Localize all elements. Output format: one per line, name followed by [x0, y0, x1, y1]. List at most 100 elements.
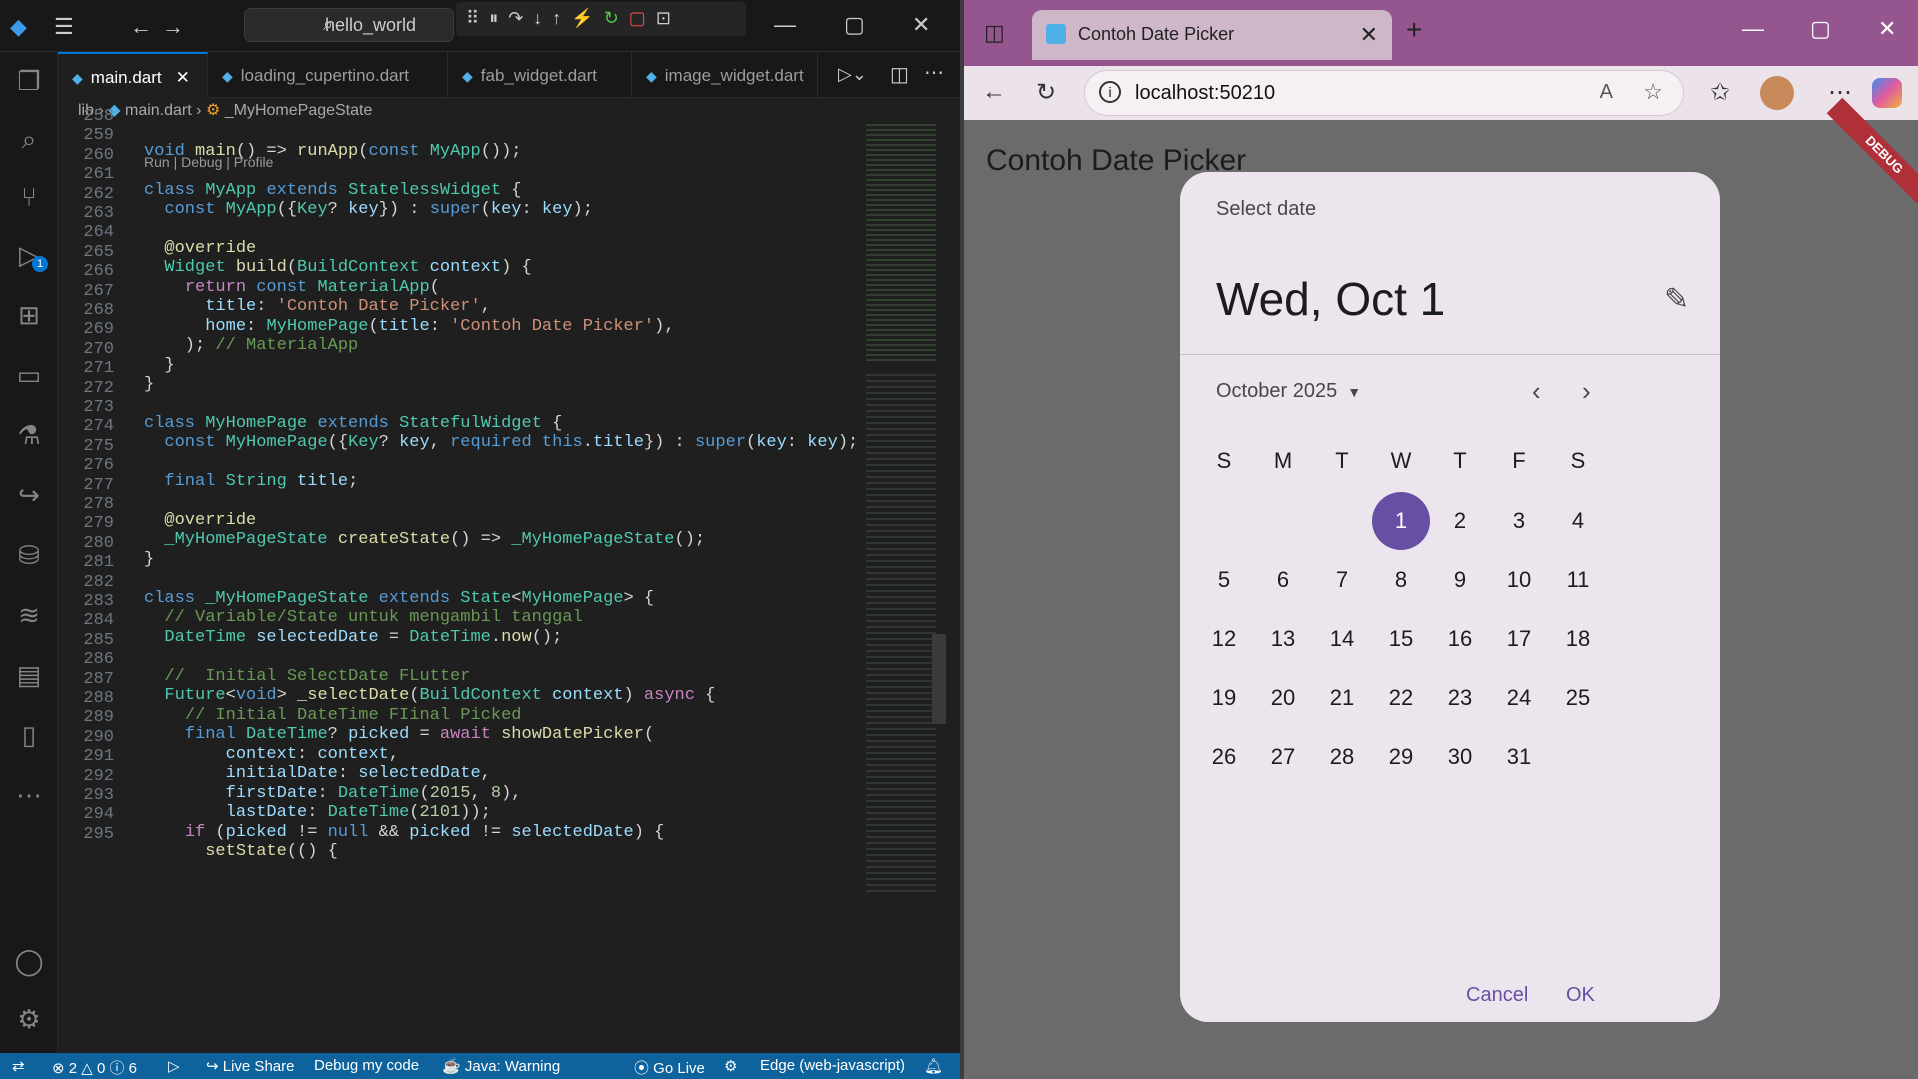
month-year-selector[interactable]: October 2025 ▼	[1216, 380, 1361, 403]
breadcrumb-class[interactable]: _MyHomePageState	[225, 102, 373, 119]
close-tab-icon[interactable]: ✕	[176, 68, 190, 87]
calendar-day[interactable]: 21	[1313, 669, 1371, 727]
close-icon[interactable]: ✕	[912, 12, 930, 38]
back-icon[interactable]: ←	[982, 78, 1006, 106]
previous-month-icon[interactable]: ‹	[1532, 376, 1541, 407]
debug-status[interactable]: Debug my code	[314, 1057, 419, 1074]
menu-icon[interactable]: ☰	[54, 14, 74, 40]
forward-icon[interactable]: →	[162, 14, 184, 40]
calendar-day[interactable]: 10	[1490, 551, 1548, 609]
browser-tab[interactable]: Contoh Date Picker ✕	[1032, 10, 1392, 60]
database-icon[interactable]: ⛁	[12, 538, 46, 572]
extensions-icon[interactable]: ⊞	[12, 298, 46, 332]
sidebar-toggle-icon[interactable]: ◫	[984, 20, 1005, 46]
run-dropdown-icon[interactable]: ▷⌄	[838, 64, 867, 85]
calendar-day[interactable]: 31	[1490, 728, 1548, 786]
stop-icon[interactable]: ▢	[629, 8, 646, 30]
settings-gear-icon[interactable]: ⚙	[12, 1002, 46, 1036]
calendar-day[interactable]: 16	[1431, 610, 1489, 668]
tab-loading-cupertino[interactable]: ◆ loading_cupertino.dart	[208, 52, 448, 98]
layers-icon[interactable]: ≋	[12, 598, 46, 632]
calendar-day[interactable]: 22	[1372, 669, 1430, 727]
new-tab-icon[interactable]: +	[1406, 14, 1422, 46]
command-search[interactable]: ⌕ hello_world	[244, 8, 454, 42]
ok-button[interactable]: OK	[1566, 984, 1595, 1007]
cancel-button[interactable]: Cancel	[1466, 984, 1528, 1007]
restart-icon[interactable]: ↻	[604, 8, 619, 30]
minimize-icon[interactable]: —	[1742, 16, 1764, 42]
calendar-day[interactable]: 2	[1431, 492, 1489, 550]
device-icon[interactable]: ▯	[12, 718, 46, 752]
close-tab-icon[interactable]: ✕	[1360, 22, 1378, 48]
calendar-day[interactable]: 6	[1254, 551, 1312, 609]
calendar-day[interactable]: 17	[1490, 610, 1548, 668]
account-icon[interactable]: ◯	[12, 944, 46, 978]
avatar[interactable]	[1760, 76, 1794, 110]
calendar-day[interactable]: 5	[1195, 551, 1253, 609]
explorer-icon[interactable]: ❐	[12, 64, 46, 98]
testing-icon[interactable]: ⚗	[12, 418, 46, 452]
more-actions-icon[interactable]: ⋯	[924, 60, 944, 85]
maximize-icon[interactable]: ▢	[844, 12, 865, 38]
containers-icon[interactable]: ▤	[12, 658, 46, 692]
calendar-day[interactable]: 24	[1490, 669, 1548, 727]
bell-icon[interactable]: 🔔︎	[924, 1057, 943, 1075]
run-debug-icon[interactable]: ▷ 1	[12, 238, 48, 272]
step-into-icon[interactable]: ↓	[533, 8, 542, 30]
debug-target-status[interactable]: Edge (web-javascript)	[760, 1057, 905, 1074]
minimize-icon[interactable]: —	[774, 12, 796, 38]
calendar-day[interactable]: 7	[1313, 551, 1371, 609]
tab-fab-widget[interactable]: ◆ fab_widget.dart	[448, 52, 632, 98]
favorite-star-icon[interactable]: ☆	[1643, 79, 1663, 105]
calendar-day[interactable]: 9	[1431, 551, 1489, 609]
calendar-day[interactable]: 11	[1549, 551, 1607, 609]
calendar-day[interactable]: 26	[1195, 728, 1253, 786]
calendar-day[interactable]: 12	[1195, 610, 1253, 668]
next-month-icon[interactable]: ›	[1582, 376, 1591, 407]
calendar-day[interactable]: 25	[1549, 669, 1607, 727]
step-out-icon[interactable]: ↑	[552, 8, 561, 30]
calendar-day[interactable]: 19	[1195, 669, 1253, 727]
info-icon[interactable]: i	[1099, 81, 1121, 103]
edit-pencil-icon[interactable]: ✎	[1664, 282, 1689, 317]
calendar-day[interactable]: 3	[1490, 492, 1548, 550]
remote-icon[interactable]: ⇄	[12, 1057, 25, 1075]
hot-reload-icon[interactable]: ⚡	[571, 8, 593, 30]
favorites-icon[interactable]: ✩	[1710, 78, 1730, 107]
calendar-day[interactable]: 30	[1431, 728, 1489, 786]
calendar-day[interactable]: 28	[1313, 728, 1371, 786]
refresh-icon[interactable]: ↻	[1036, 78, 1056, 107]
calendar-day[interactable]: 15	[1372, 610, 1430, 668]
calendar-day[interactable]: 29	[1372, 728, 1430, 786]
calendar-day[interactable]: 18	[1549, 610, 1607, 668]
live-share-status[interactable]: ↪ Live Share	[206, 1057, 294, 1075]
more-icon[interactable]: ⋯	[12, 778, 46, 812]
problems-indicator[interactable]: ⊗ 2 △ 0 ⓘ 6	[52, 1057, 137, 1078]
maximize-icon[interactable]: ▢	[1810, 16, 1831, 42]
breadcrumb-file[interactable]: main.dart	[125, 102, 192, 119]
drag-handle-icon[interactable]: ⠿	[466, 8, 479, 30]
copilot-icon[interactable]	[1872, 78, 1902, 108]
calendar-day[interactable]: 13	[1254, 610, 1312, 668]
split-editor-icon[interactable]: ◫	[890, 62, 909, 87]
calendar-day[interactable]: 27	[1254, 728, 1312, 786]
back-icon[interactable]: ←	[130, 14, 152, 40]
close-icon[interactable]: ✕	[1878, 16, 1896, 42]
sync-icon[interactable]: ⚙	[724, 1057, 737, 1075]
read-aloud-icon[interactable]: A	[1600, 81, 1613, 104]
live-share-icon[interactable]: ↪	[12, 478, 46, 512]
go-live-status[interactable]: ⦿ Go Live	[634, 1057, 705, 1078]
calendar-day[interactable]: 4	[1549, 492, 1607, 550]
search-icon[interactable]: ⌕	[12, 122, 46, 156]
calendar-day[interactable]: 14	[1313, 610, 1371, 668]
java-status[interactable]: ☕ Java: Warning	[442, 1057, 560, 1075]
minimap[interactable]	[860, 124, 946, 1053]
scrollbar-thumb[interactable]	[932, 634, 946, 724]
tab-main-dart[interactable]: ◆ main.dart ✕	[58, 52, 208, 98]
pause-icon[interactable]: ⏸	[489, 8, 498, 30]
calendar-day[interactable]: 8	[1372, 551, 1430, 609]
source-control-icon[interactable]: ⑂	[12, 180, 46, 214]
calendar-day[interactable]: 23	[1431, 669, 1489, 727]
step-over-icon[interactable]: ↷	[508, 8, 523, 30]
inspect-icon[interactable]: ⊡	[656, 8, 671, 30]
